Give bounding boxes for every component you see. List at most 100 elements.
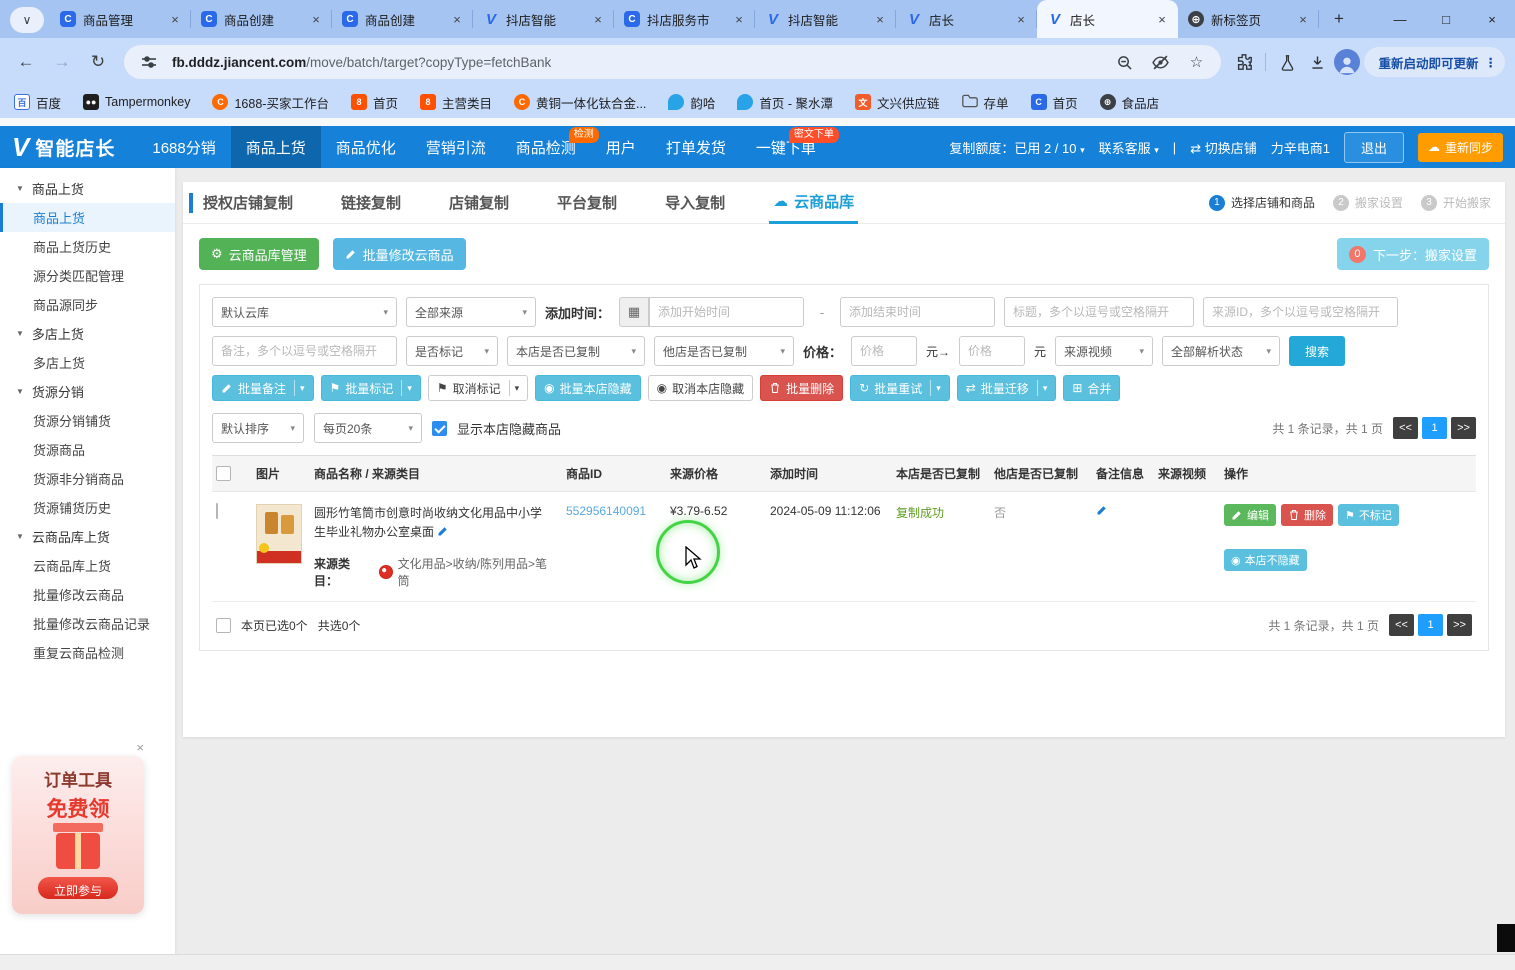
unmark-button[interactable]: ⚑不标记 [1338, 504, 1399, 526]
bookmark-item[interactable]: 百百度 [14, 93, 61, 112]
sidebar-item-non-distribution[interactable]: 货源非分销商品 [0, 464, 175, 493]
sidebar-group-distribution[interactable]: ▼货源分销 [0, 377, 175, 406]
zoom-icon[interactable] [1111, 49, 1137, 75]
promo-join-button[interactable]: 立即参与 [38, 877, 118, 899]
bookmark-item[interactable]: C1688-买家工作台 [212, 93, 328, 112]
delete-button[interactable]: 删除 [1281, 504, 1333, 526]
tab-close-icon[interactable]: × [1154, 12, 1170, 27]
batch-migrate-button[interactable]: ⇄批量迁移▾ [957, 375, 1057, 401]
nav-item-marketing[interactable]: 营销引流 [411, 126, 501, 168]
resync-button[interactable]: ☁重新同步 [1418, 133, 1503, 162]
nav-item-user[interactable]: 用户 [591, 126, 651, 168]
bookmark-item[interactable]: 8首页 [351, 93, 398, 112]
source-video-select[interactable]: 来源视频▾ [1055, 336, 1153, 366]
tab-shop-copy[interactable]: 店铺复制 [445, 182, 513, 224]
prev-page-button[interactable]: << [1389, 614, 1414, 636]
tab-auth-shop-copy[interactable]: 授权店铺复制 [199, 182, 297, 224]
remark-pencil-icon[interactable] [1096, 504, 1108, 516]
tab-search-button[interactable]: ∨ [10, 7, 44, 33]
parse-status-select[interactable]: 全部解析状态▾ [1162, 336, 1280, 366]
sidebar-item-batch-edit-cloud[interactable]: 批量修改云商品 [0, 580, 175, 609]
self-copied-select[interactable]: 本店是否已复制▾ [507, 336, 645, 366]
sidebar-item-product-upload[interactable]: 商品上货 [0, 203, 175, 232]
cancel-mark-button[interactable]: ⚑取消标记▾ [428, 375, 528, 401]
reload-button[interactable]: ↻ [82, 46, 114, 78]
sidebar-item-multi-shop[interactable]: 多店上货 [0, 348, 175, 377]
browser-tab[interactable]: C 商品创建 × [191, 0, 332, 38]
sidebar-item-stock-history[interactable]: 货源铺货历史 [0, 493, 175, 522]
next-step-button[interactable]: 0下一步：搬家设置 [1337, 238, 1489, 270]
marked-select[interactable]: 是否标记▾ [406, 336, 498, 366]
sidebar-item-batch-edit-record[interactable]: 批量修改云商品记录 [0, 609, 175, 638]
select-all-checkbox[interactable] [216, 466, 231, 481]
sidebar-item-distribution-goods[interactable]: 货源商品 [0, 435, 175, 464]
copy-quota[interactable]: 复制额度：已用 2 / 10 ▾ [949, 138, 1084, 157]
site-info-icon[interactable] [136, 49, 162, 75]
sidebar-group-product-upload[interactable]: ▼商品上货 [0, 174, 175, 203]
window-close-button[interactable]: × [1469, 12, 1515, 27]
search-button[interactable]: 搜索 [1289, 336, 1345, 366]
batch-mark-button[interactable]: ⚑批量标记▾ [321, 375, 421, 401]
sort-select[interactable]: 默认排序▾ [212, 413, 304, 443]
cloud-library-manage-button[interactable]: ⚙云商品库管理 [199, 238, 319, 270]
tab-platform-copy[interactable]: 平台复制 [553, 182, 621, 224]
sidebar-item-upload-history[interactable]: 商品上货历史 [0, 232, 175, 261]
current-page-button[interactable]: 1 [1422, 417, 1447, 439]
bookmark-item[interactable]: 存单 [962, 93, 1009, 112]
start-time-input[interactable] [649, 297, 804, 327]
edit-button[interactable]: 编辑 [1224, 504, 1276, 526]
new-tab-button[interactable]: + [1325, 5, 1353, 33]
bookmark-item[interactable]: 8主营类目 [420, 93, 492, 112]
browser-tab[interactable]: C 商品管理 × [50, 0, 191, 38]
url-text[interactable]: fb.dddz.jiancent.com/move/batch/target?c… [172, 55, 1101, 70]
tab-close-icon[interactable]: × [167, 12, 183, 27]
browser-tab[interactable]: C 商品创建 × [332, 0, 473, 38]
nav-item-detect[interactable]: 商品检测检测 [501, 126, 591, 168]
bookmark-item[interactable]: 文文兴供应链 [855, 93, 940, 112]
merge-button[interactable]: ⊞合并 [1063, 375, 1120, 401]
batch-edit-cloud-button[interactable]: 批量修改云商品 [333, 238, 466, 270]
tab-close-icon[interactable]: × [872, 12, 888, 27]
browser-tab[interactable]: C 抖店服务市 × [614, 0, 755, 38]
shop-unhide-button[interactable]: ◉本店不隐藏 [1224, 549, 1307, 571]
app-logo[interactable]: V 智能店长 [12, 134, 115, 161]
window-minimize-button[interactable]: — [1377, 12, 1423, 27]
sidebar-group-multi-shop[interactable]: ▼多店上货 [0, 319, 175, 348]
product-id-link[interactable]: 552956140091 [566, 504, 646, 518]
browser-tab-active[interactable]: V 店长 × [1037, 0, 1178, 38]
tab-close-icon[interactable]: × [308, 12, 324, 27]
profile-avatar[interactable] [1334, 49, 1360, 75]
row-checkbox[interactable] [216, 503, 218, 519]
batch-retry-button[interactable]: ↻批量重试▾ [850, 375, 950, 401]
promo-card[interactable]: × 订单工具 免费领 立即参与 [12, 756, 144, 914]
back-button[interactable]: ← [10, 46, 42, 78]
source-select[interactable]: 全部来源▾ [406, 297, 536, 327]
source-id-filter-input[interactable] [1203, 297, 1398, 327]
extensions-puzzle-icon[interactable] [1231, 49, 1257, 75]
tab-close-icon[interactable]: × [731, 12, 747, 27]
address-bar[interactable]: fb.dddz.jiancent.com/move/batch/target?c… [124, 45, 1221, 79]
tab-close-icon[interactable]: × [449, 12, 465, 27]
product-title[interactable]: 圆形竹笔筒市创意时尚收纳文化用品中小学生毕业礼物办公室桌面 [314, 504, 550, 541]
batch-hide-button[interactable]: ◉批量本店隐藏 [535, 375, 641, 401]
bookmark-item[interactable]: 首页 - 聚水潭 [737, 93, 833, 112]
sidebar-item-cloud-upload[interactable]: 云商品库上货 [0, 551, 175, 580]
remark-filter-input[interactable] [212, 336, 397, 366]
bookmark-item[interactable]: C黄铜一体化钛合金... [514, 93, 646, 112]
bookmark-item[interactable]: ●●Tampermonkey [83, 94, 190, 110]
tab-link-copy[interactable]: 链接复制 [337, 182, 405, 224]
next-page-button[interactable]: >> [1451, 417, 1476, 439]
nav-item-optimize[interactable]: 商品优化 [321, 126, 411, 168]
sidebar-group-cloud-library[interactable]: ▼云商品库上货 [0, 522, 175, 551]
forward-button[interactable]: → [46, 46, 78, 78]
eye-off-icon[interactable] [1147, 49, 1173, 75]
window-maximize-button[interactable]: □ [1423, 12, 1469, 27]
switch-shop[interactable]: ⇄ 切换店铺 [1190, 138, 1257, 157]
browser-tab[interactable]: V 抖店智能 × [473, 0, 614, 38]
tab-close-icon[interactable]: × [1013, 12, 1029, 27]
sidebar-item-source-sync[interactable]: 商品源同步 [0, 290, 175, 319]
cloud-library-select[interactable]: 默认云库▾ [212, 297, 397, 327]
contact-support[interactable]: 联系客服 ▾ [1099, 138, 1159, 157]
show-hidden-label[interactable]: 显示本店隐藏商品 [457, 419, 561, 438]
sidebar-item-distribution-stock[interactable]: 货源分销铺货 [0, 406, 175, 435]
